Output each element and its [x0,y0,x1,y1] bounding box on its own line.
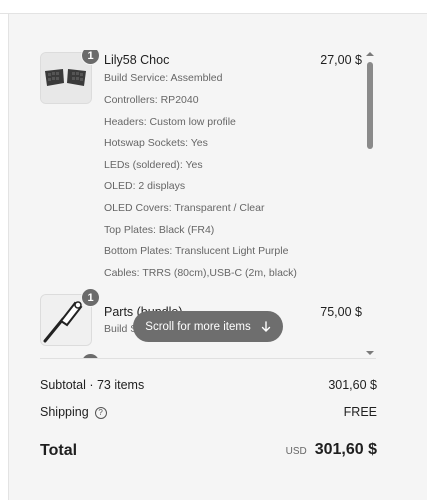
total-label: Total [40,442,78,459]
top-bar [0,0,427,14]
scroll-down-icon[interactable] [366,351,374,355]
item-property: OLED: 2 displays [104,180,186,192]
total-amount: USD 301,60 $ [286,441,377,459]
scroll-up-icon[interactable] [366,52,374,56]
currency-code: USD [285,446,307,457]
item-title: Lily58 Choc [104,53,170,67]
item-property: Hotswap Sockets: Yes [104,137,208,149]
item-property: Top Plates: Black (FR4) [104,224,215,236]
shipping-row: Shipping? FREE [40,405,377,419]
item-property: LEDs (soldered): Yes [104,159,203,171]
subtotal-label: Subtotal · 73 items [40,378,145,392]
quantity-badge: 1 [81,288,100,307]
shipping-value: FREE [343,405,377,419]
help-icon[interactable]: ? [94,406,107,419]
scrollbar-thumb[interactable] [367,62,373,149]
scroll-for-more-button[interactable]: Scroll for more items [133,311,283,342]
item-property: Controllers: RP2040 [104,94,199,106]
item-property: Build Service: Assembled [104,72,223,84]
quantity-badge: 1 [81,50,100,65]
item-property: Cables: TRRS (80cm),USB-C (2m, black) [104,267,297,279]
list-divider [40,358,376,359]
total-value: 301,60 $ [314,441,377,458]
item-price: 27,00 $ [320,53,362,67]
subtotal-value: 301,60 $ [328,378,377,392]
scroll-hint-label: Scroll for more items [145,320,251,333]
shipping-label: Shipping [40,405,89,419]
arrow-down-icon [261,320,270,332]
subtotal-row: Subtotal · 73 items 301,60 $ [40,378,377,392]
item-property: Bottom Plates: Translucent Light Purple [104,245,289,257]
item-property: Headers: Custom low profile [104,116,236,128]
items-scrollbar[interactable] [364,50,376,358]
item-price: 75,00 $ [320,305,362,319]
item-property: OLED Covers: Transparent / Clear [104,202,265,214]
